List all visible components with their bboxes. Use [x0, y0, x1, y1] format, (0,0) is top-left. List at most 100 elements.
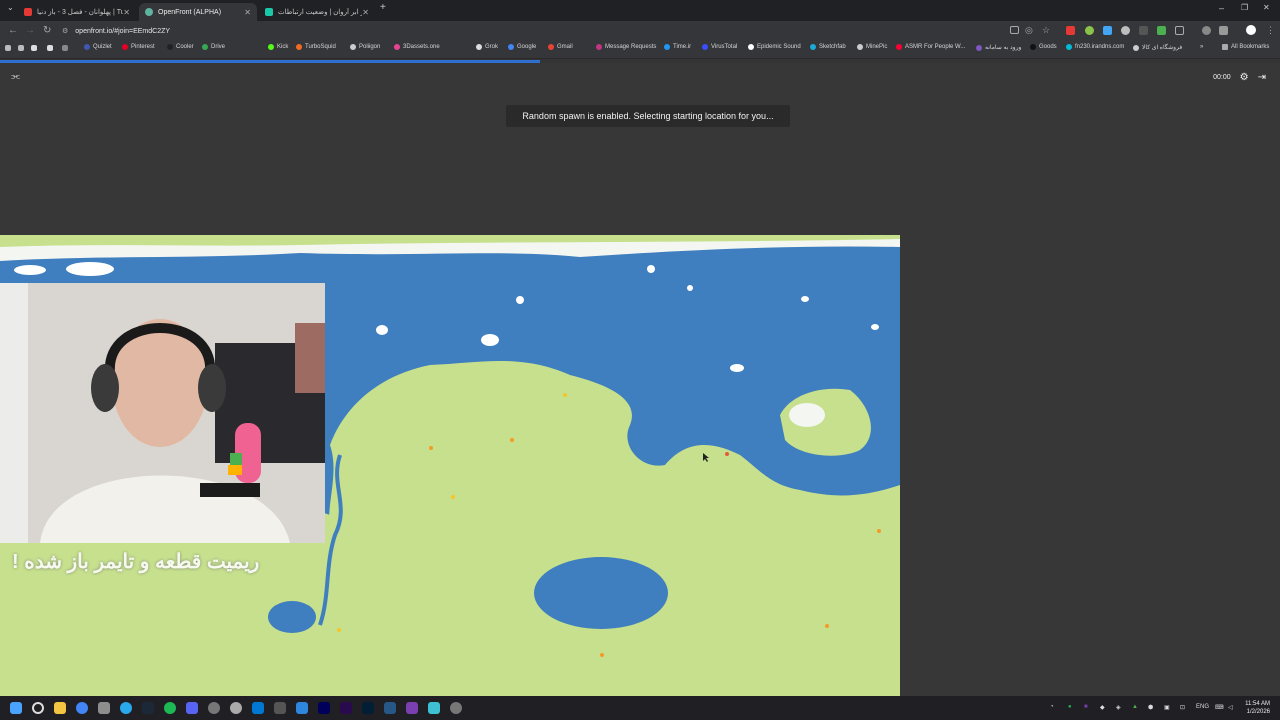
profile-sync-icon[interactable] [1202, 26, 1211, 35]
after-effects-icon[interactable] [318, 702, 330, 714]
app-icon[interactable] [274, 702, 286, 714]
new-tab-button[interactable]: + [380, 2, 386, 13]
bookmark-item[interactable]: Quizlet [84, 44, 112, 50]
site-info-icon[interactable]: ⚙ [62, 27, 68, 35]
extensions-puzzle-icon[interactable] [1175, 26, 1184, 35]
taskbar-clock[interactable]: 11:54 AM 1/2/2026 [1245, 700, 1270, 716]
more-bookmarks-icon[interactable]: » [1200, 44, 1203, 50]
bookmark-item[interactable]: Gmail [548, 44, 573, 50]
bookmark-item[interactable]: فروشگاه ای کالا [1133, 44, 1182, 51]
tray-icon[interactable]: ▲ [1132, 704, 1138, 710]
reload-icon[interactable]: ↻ [43, 25, 51, 36]
leaderboard-icon[interactable]: ⫘ [11, 71, 20, 82]
extension-icon[interactable] [1103, 26, 1112, 35]
tray-icon[interactable]: ◈ [1116, 704, 1121, 711]
bookmark-item[interactable]: Goods [1030, 44, 1057, 50]
app-icon[interactable] [98, 702, 110, 714]
blender-icon[interactable] [384, 702, 396, 714]
menu-icon[interactable]: ⋮ [1266, 25, 1275, 36]
bookmark-app-icon[interactable] [31, 45, 37, 51]
exit-icon[interactable]: ⇥ [1258, 72, 1266, 83]
spotify-icon[interactable] [164, 702, 176, 714]
forward-icon[interactable]: → [25, 25, 35, 36]
tray-icon[interactable]: ◆ [1100, 704, 1105, 711]
tray-icon[interactable]: ◔ [1050, 704, 1054, 710]
address-bar[interactable]: ⚙ openfront.io/#join=EEmdC2ZY [62, 23, 1002, 39]
gear-icon[interactable]: ⚙ [1240, 72, 1249, 83]
bookmark-item[interactable]: Message Requests [596, 44, 656, 50]
bookmark-item[interactable]: MinePic [857, 44, 887, 50]
search-icon[interactable] [32, 702, 44, 714]
minimize-button[interactable]: – [1219, 3, 1224, 13]
bookmark-item[interactable]: Drive [202, 44, 225, 50]
app-icon[interactable] [252, 702, 264, 714]
app-icon[interactable] [230, 702, 242, 714]
tab-youtube[interactable]: پهلوانان - فصل 3 - باز دنیا | Tube ✕ [18, 3, 136, 21]
premiere-icon[interactable] [340, 702, 352, 714]
bookmark-item[interactable]: Epidemic Sound [748, 44, 801, 50]
tray-icon[interactable]: ⊡ [1180, 704, 1185, 711]
bookmark-item[interactable]: 3Dassets.one [394, 44, 440, 50]
bookmark-item[interactable]: TurboSquid [296, 44, 336, 50]
extension-icon[interactable] [1121, 26, 1130, 35]
app-icon[interactable] [406, 702, 418, 714]
install-app-icon[interactable] [1010, 26, 1019, 34]
bookmark-favicon-icon [1133, 44, 1139, 51]
apps-grid-icon[interactable] [62, 45, 68, 51]
close-tab-icon[interactable]: ✕ [123, 8, 130, 17]
bookmark-app-icon[interactable] [5, 45, 11, 51]
close-window-button[interactable]: ✕ [1263, 3, 1270, 12]
close-tab-icon[interactable]: ✕ [362, 8, 369, 17]
volume-icon[interactable]: ◁ [1228, 704, 1233, 711]
bookmark-item[interactable]: Time.ir [664, 44, 691, 50]
telegram-icon[interactable] [120, 702, 132, 714]
steam-icon[interactable] [142, 702, 154, 714]
tray-icon[interactable]: ▣ [1164, 704, 1170, 711]
chrome-icon[interactable] [76, 702, 88, 714]
bookmark-item[interactable]: VirusTotal [702, 44, 737, 50]
bookmark-item[interactable]: Sketchfab [810, 44, 846, 50]
restore-button[interactable]: ❐ [1241, 3, 1248, 12]
bookmark-item[interactable]: fn230.irandns.com [1066, 44, 1124, 50]
bookmark-label: فروشگاه ای کالا [1142, 45, 1183, 51]
tab-openfront[interactable]: OpenFront (ALPHA) ✕ [139, 3, 257, 21]
photoshop-icon[interactable] [362, 702, 374, 714]
bookmark-app-icon[interactable] [47, 45, 53, 51]
app-icon[interactable] [208, 702, 220, 714]
bookmark-item[interactable]: Kick [268, 44, 288, 50]
avatar[interactable] [1246, 25, 1256, 35]
app-icon[interactable] [428, 702, 440, 714]
back-icon[interactable]: ← [8, 25, 18, 36]
tray-icon[interactable]: ● [1068, 704, 1072, 710]
extension-icon[interactable] [1085, 26, 1094, 35]
bookmark-label: Epidemic Sound [757, 44, 801, 50]
bookmark-item[interactable]: Grok [476, 44, 498, 50]
bookmark-star-icon[interactable]: ☆ [1042, 25, 1050, 36]
bookmark-item[interactable]: Google [508, 44, 536, 50]
windows-start-icon[interactable] [10, 702, 22, 714]
extension-icon[interactable] [1066, 26, 1075, 35]
tray-icon[interactable]: ⬢ [1148, 704, 1153, 711]
network-icon[interactable]: ⌨ [1215, 704, 1224, 711]
extension-icon[interactable] [1139, 26, 1148, 35]
bookmark-app-icon[interactable] [18, 45, 24, 51]
bookmark-item[interactable]: Poliigon [350, 44, 380, 50]
bookmark-item[interactable]: ورود به سامانه [976, 44, 1021, 51]
bookmark-item[interactable]: Pinterest [122, 44, 155, 50]
tab-arvan-radar[interactable]: رادار ابر آروان | وضعیت ارتباطات ✕ [259, 3, 375, 21]
language-indicator[interactable]: ENG [1196, 704, 1209, 710]
settings-icon[interactable] [450, 702, 462, 714]
translate-icon[interactable] [1219, 26, 1228, 35]
app-icon[interactable] [296, 702, 308, 714]
bookmark-item[interactable]: Cooler [167, 44, 194, 50]
discord-icon[interactable] [186, 702, 198, 714]
close-tab-icon[interactable]: ✕ [244, 8, 251, 17]
bookmark-item[interactable]: ASMR For People W... [896, 44, 965, 50]
all-bookmarks-folder[interactable]: All Bookmarks [1222, 44, 1269, 50]
file-explorer-icon[interactable] [54, 702, 66, 714]
tray-icon[interactable]: ■ [1084, 704, 1088, 710]
browser-toolbar: ← → ↻ ⚙ openfront.io/#join=EEmdC2ZY ◎ ☆ … [0, 21, 1280, 41]
tab-search-chevron-icon[interactable]: ⌄ [7, 3, 14, 12]
eye-off-icon[interactable]: ◎ [1025, 25, 1033, 36]
extension-icon[interactable] [1157, 26, 1166, 35]
